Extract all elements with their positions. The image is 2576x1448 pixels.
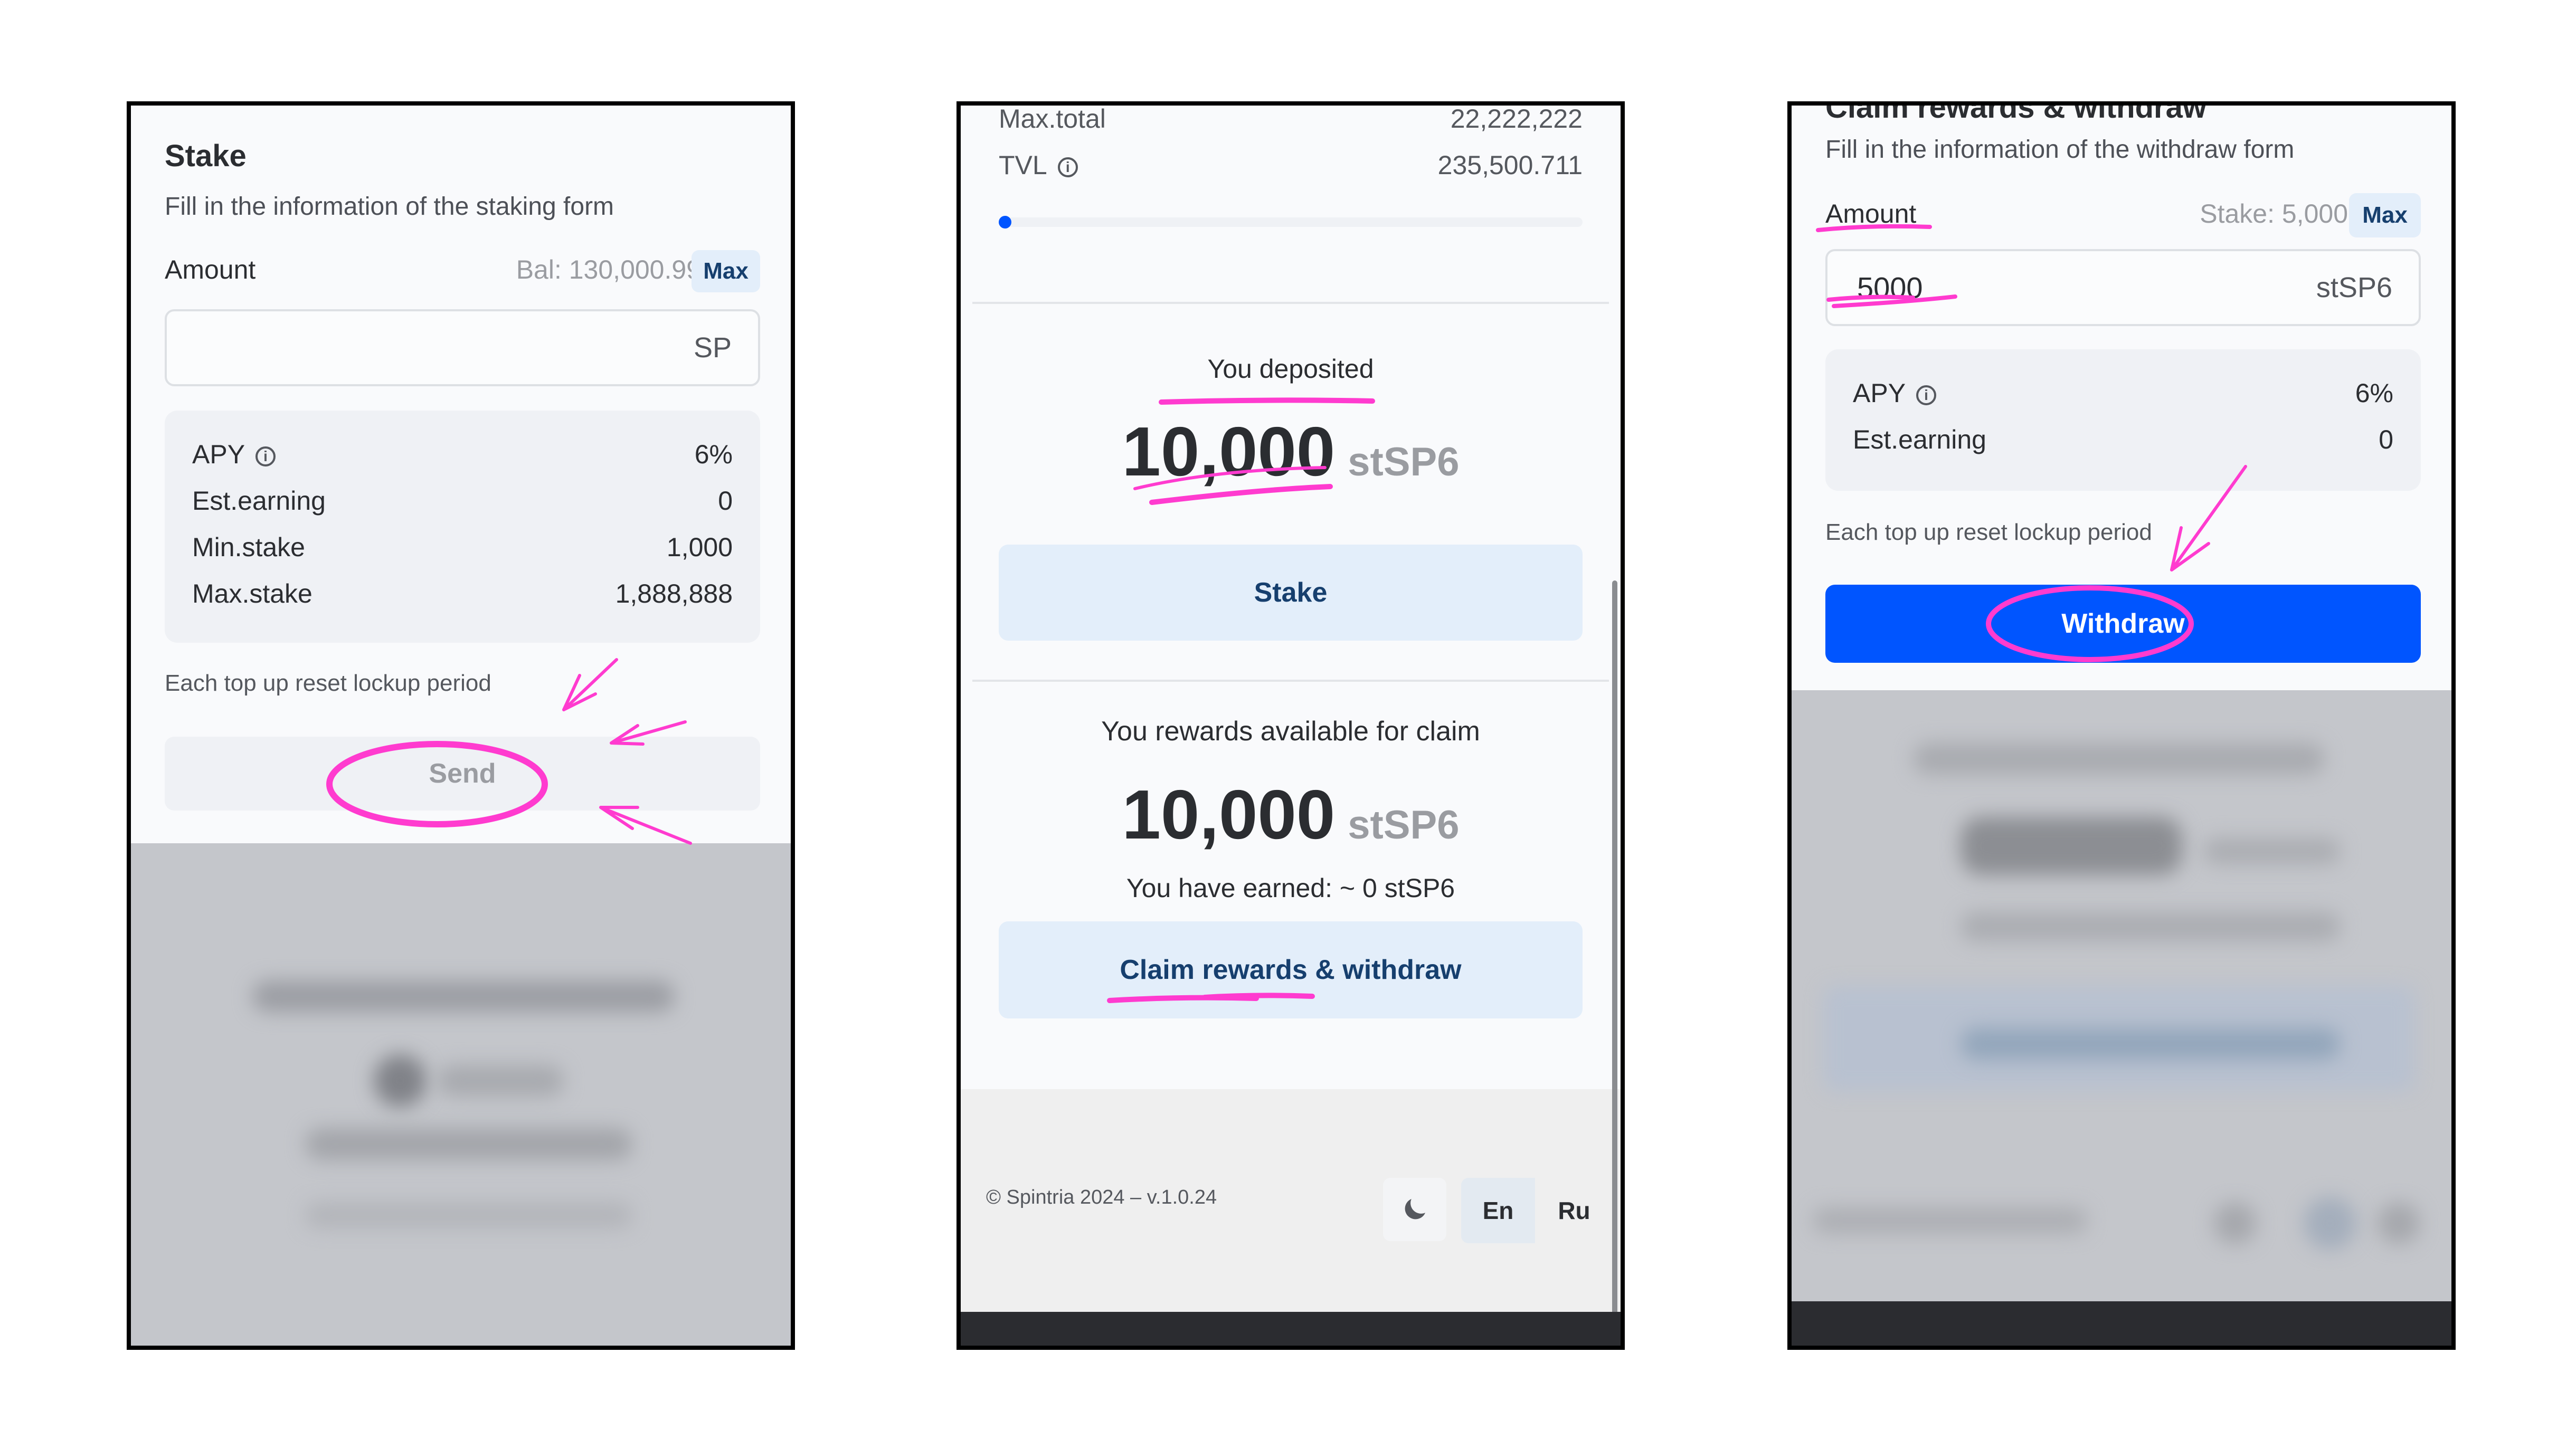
annotation-overlay xyxy=(1816,224,2247,662)
withdraw-form-screen: Claim rewards & withdraw Fill in the inf… xyxy=(1787,101,2456,1350)
staking-overview-screen: Max.total 22,222,222 TVL i 235,500.711 Yo… xyxy=(956,101,1625,1350)
annotation-underline xyxy=(1159,397,1375,405)
annotation-underline xyxy=(1826,294,1915,302)
stake-form-screen: Stake Fill in the information of the sta… xyxy=(127,101,795,1350)
annotation-underline xyxy=(1816,224,1932,232)
annotation-overlay xyxy=(1107,397,1375,1003)
annotation-overlay xyxy=(326,658,692,845)
annotation-arrow xyxy=(599,806,692,845)
annotation-underline xyxy=(1202,993,1315,1000)
annotation-arrow xyxy=(562,658,618,711)
annotation-underline xyxy=(1133,466,1327,490)
annotation-arrow xyxy=(610,720,687,746)
annotation-underline xyxy=(1149,484,1333,505)
annotation-circle xyxy=(1986,585,2194,662)
annotation-circle xyxy=(326,741,548,827)
annotation-arrow xyxy=(2170,465,2247,571)
